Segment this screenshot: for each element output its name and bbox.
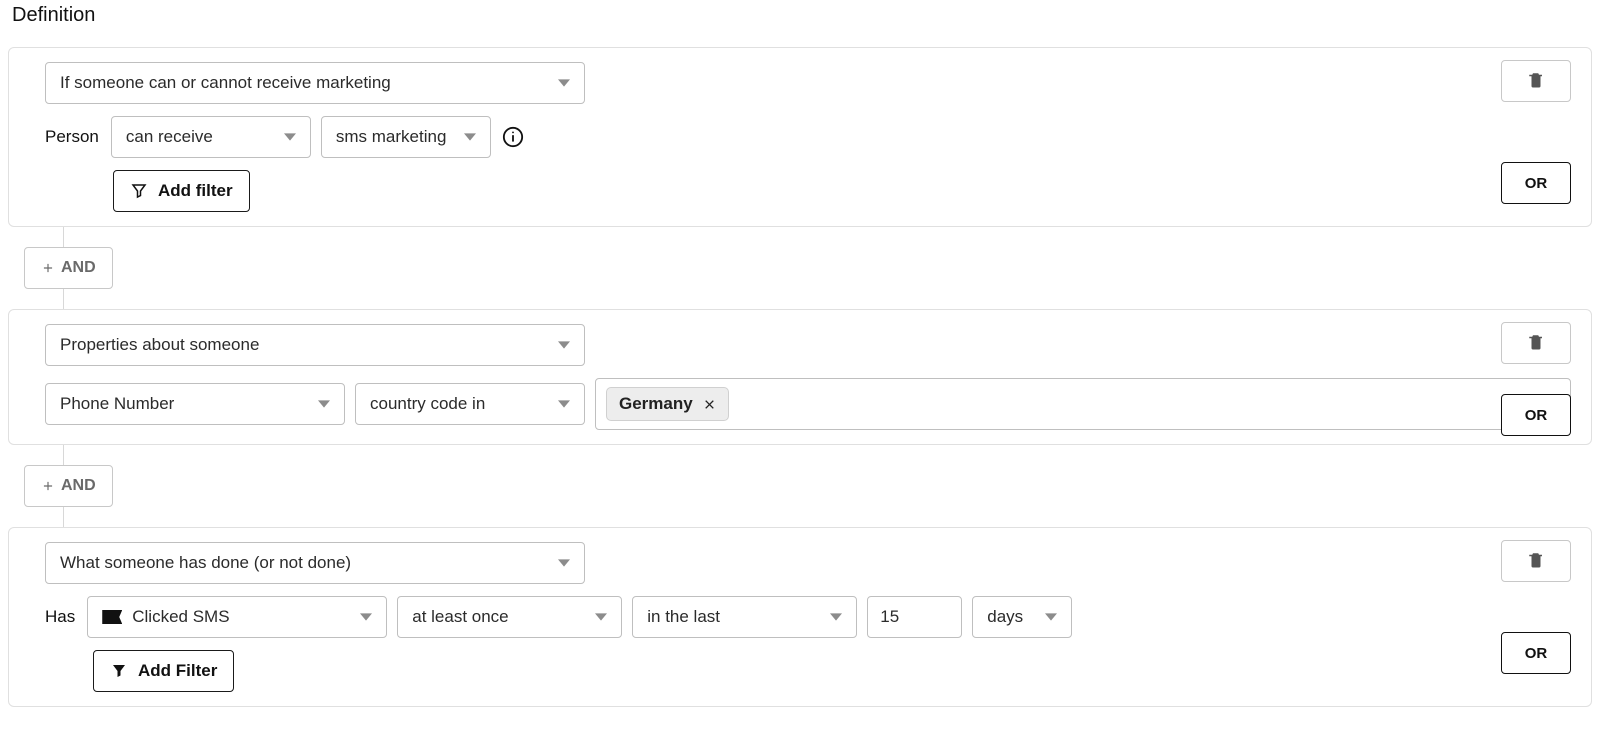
channel-label: sms marketing: [336, 127, 447, 147]
has-label: Has: [45, 607, 75, 627]
and-button[interactable]: AND: [24, 465, 113, 507]
delete-condition-button[interactable]: [1501, 60, 1571, 102]
condition-block: OR Properties about someone Phone Number…: [8, 309, 1592, 445]
chevron-down-icon: [558, 557, 570, 569]
timeframe-unit-select[interactable]: days: [972, 596, 1072, 638]
add-filter-label: Add filter: [158, 181, 233, 201]
and-label: AND: [61, 259, 96, 277]
chevron-down-icon: [830, 611, 842, 623]
add-filter-label: Add Filter: [138, 661, 217, 681]
operator-select[interactable]: country code in: [355, 383, 585, 425]
operator-label: country code in: [370, 394, 485, 414]
or-button[interactable]: OR: [1501, 632, 1571, 674]
frequency-label: at least once: [412, 607, 508, 627]
filter-icon: [110, 662, 128, 680]
trash-icon: [1527, 71, 1545, 92]
property-label: Phone Number: [60, 394, 174, 414]
trash-icon: [1527, 551, 1545, 572]
or-button[interactable]: OR: [1501, 394, 1571, 436]
channel-select[interactable]: sms marketing: [321, 116, 491, 158]
plus-icon: [41, 261, 55, 275]
person-label: Person: [45, 127, 99, 147]
verb-label: can receive: [126, 127, 213, 147]
condition-block: OR If someone can or cannot receive mark…: [8, 47, 1592, 227]
metric-select[interactable]: Clicked SMS: [87, 596, 387, 638]
condition-type-select[interactable]: What someone has done (or not done): [45, 542, 585, 584]
frequency-select[interactable]: at least once: [397, 596, 622, 638]
chevron-down-icon: [1045, 611, 1057, 623]
add-filter-button[interactable]: Add Filter: [93, 650, 234, 692]
timeframe-value-input[interactable]: [867, 596, 962, 638]
chevron-down-icon: [558, 339, 570, 351]
metric-label: Clicked SMS: [132, 607, 229, 627]
timeframe-unit-label: days: [987, 607, 1023, 627]
filter-icon: [130, 182, 148, 200]
condition-type-label: If someone can or cannot receive marketi…: [60, 73, 391, 93]
info-icon[interactable]: [501, 125, 525, 149]
add-filter-button[interactable]: Add filter: [113, 170, 250, 212]
timeframe-mode-label: in the last: [647, 607, 720, 627]
chevron-down-icon: [595, 611, 607, 623]
condition-type-label: Properties about someone: [60, 335, 259, 355]
value-multiselect[interactable]: Germany: [595, 378, 1571, 430]
verb-select[interactable]: can receive: [111, 116, 311, 158]
condition-type-select[interactable]: Properties about someone: [45, 324, 585, 366]
trash-icon: [1527, 333, 1545, 354]
and-button[interactable]: AND: [24, 247, 113, 289]
delete-condition-button[interactable]: [1501, 540, 1571, 582]
chevron-down-icon: [558, 398, 570, 410]
and-label: AND: [61, 477, 96, 495]
chevron-down-icon: [558, 77, 570, 89]
chevron-down-icon: [360, 611, 372, 623]
delete-condition-button[interactable]: [1501, 322, 1571, 364]
condition-block: OR What someone has done (or not done) H…: [8, 527, 1592, 707]
and-connector: AND: [8, 227, 1592, 309]
or-button[interactable]: OR: [1501, 162, 1571, 204]
chevron-down-icon: [318, 398, 330, 410]
definition-builder: OR If someone can or cannot receive mark…: [8, 47, 1592, 707]
condition-type-label: What someone has done (or not done): [60, 553, 351, 573]
page-title: Definition: [12, 4, 1592, 27]
plus-icon: [41, 479, 55, 493]
flag-icon: [102, 610, 122, 624]
chevron-down-icon: [284, 131, 296, 143]
timeframe-mode-select[interactable]: in the last: [632, 596, 857, 638]
chevron-down-icon: [464, 131, 476, 143]
chip-label: Germany: [619, 394, 693, 414]
remove-chip-icon[interactable]: [703, 398, 716, 411]
property-select[interactable]: Phone Number: [45, 383, 345, 425]
condition-type-select[interactable]: If someone can or cannot receive marketi…: [45, 62, 585, 104]
and-connector: AND: [8, 445, 1592, 527]
chip: Germany: [606, 387, 729, 421]
